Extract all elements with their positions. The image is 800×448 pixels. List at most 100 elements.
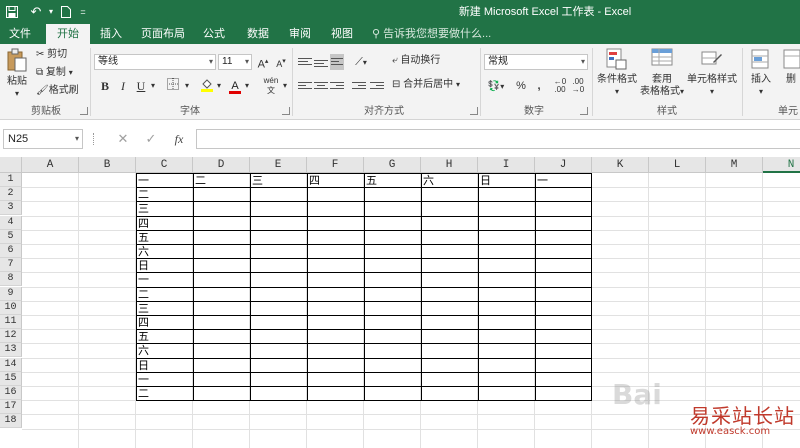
cell[interactable]: 四 (308, 174, 363, 188)
cell[interactable]: 日 (479, 174, 534, 188)
column-header[interactable]: M (706, 157, 763, 173)
formula-bar-grip[interactable] (93, 133, 95, 145)
font-size-combo[interactable]: 11 ▾ (218, 54, 252, 70)
cell[interactable]: 二 (137, 288, 192, 302)
row-header[interactable]: 7 (0, 258, 22, 273)
tab-formulas[interactable]: 公式 (196, 24, 232, 44)
row-header[interactable]: 5 (0, 229, 22, 244)
borders-dropdown-icon[interactable]: ▾ (182, 78, 192, 94)
middle-align-icon[interactable] (314, 58, 328, 70)
column-header[interactable]: F (307, 157, 364, 173)
comma-button[interactable]: , (530, 78, 548, 94)
column-header[interactable]: E (250, 157, 307, 173)
cell[interactable]: 六 (137, 245, 192, 259)
format-painter-button[interactable]: 🖌格式刷 (36, 84, 86, 98)
tab-review[interactable]: 审阅 (282, 24, 318, 44)
fill-color-dropdown-icon[interactable]: ▾ (214, 78, 224, 94)
column-header[interactable]: A (22, 157, 79, 173)
cell[interactable]: 三 (251, 174, 306, 188)
clipboard-launcher-icon[interactable] (80, 107, 88, 115)
borders-button[interactable] (164, 78, 182, 94)
spreadsheet-grid[interactable]: A B C D E F G H I J K L M N 1 2 3 4 5 6 7 8 9 10 11 12 13 14 15 16 17 1… (0, 157, 800, 448)
row-header[interactable]: 12 (0, 329, 22, 344)
customize-qat-icon[interactable]: = (78, 3, 88, 21)
shrink-font-button[interactable]: A▾ (272, 54, 290, 70)
copy-button[interactable]: ⧉ 复制 ▾ (36, 66, 84, 80)
column-header[interactable]: K (592, 157, 649, 173)
cell-styles-button[interactable]: 单元格样式 ▾ (686, 48, 738, 98)
orientation-button[interactable]: ⟋▾ (352, 54, 370, 70)
column-header[interactable]: H (421, 157, 478, 173)
column-header[interactable]: L (649, 157, 706, 173)
cell[interactable]: 二 (194, 174, 249, 188)
cell[interactable]: 一 (137, 273, 192, 287)
row-header[interactable]: 10 (0, 300, 22, 315)
cell[interactable]: 六 (422, 174, 477, 188)
row-header[interactable]: 16 (0, 386, 22, 400)
grow-font-button[interactable]: A▴ (254, 54, 272, 71)
font-launcher-icon[interactable] (282, 107, 290, 115)
cell[interactable]: 六 (137, 344, 192, 358)
cell[interactable]: 四 (137, 217, 192, 231)
cell[interactable]: 三 (137, 202, 192, 216)
row-header[interactable]: 18 (0, 414, 22, 429)
cell[interactable]: 四 (137, 316, 192, 330)
increase-indent-icon[interactable] (370, 80, 384, 92)
column-header[interactable]: D (193, 157, 250, 173)
bottom-align-icon[interactable] (330, 54, 344, 70)
font-name-combo[interactable]: 等线 ▾ (94, 54, 216, 70)
row-header[interactable]: 11 (0, 315, 22, 329)
cancel-icon[interactable]: ✕ (114, 130, 132, 148)
wrap-text-button[interactable]: ⤶ 自动换行 (392, 54, 462, 68)
insert-cells-button[interactable]: 插入 ▾ (746, 48, 776, 98)
undo-icon[interactable]: ↶ (26, 3, 46, 21)
name-box[interactable]: N25 ▾ (3, 129, 83, 149)
merge-center-button[interactable]: ⊟ 合并后居中 ▾ (392, 78, 474, 92)
column-header[interactable]: C (136, 157, 193, 173)
increase-decimal-icon[interactable]: ←0.00 (552, 78, 568, 94)
tell-me-box[interactable]: ⚲ 告诉我您想要做什么... (372, 24, 491, 44)
row-header[interactable]: 15 (0, 371, 22, 386)
align-center-icon[interactable] (314, 80, 328, 92)
row-header[interactable]: 3 (0, 201, 22, 216)
formula-input[interactable] (196, 129, 800, 149)
insert-function-icon[interactable]: fx (170, 130, 188, 148)
tab-file[interactable]: 文件 (0, 24, 40, 44)
tab-home[interactable]: 开始 (46, 24, 90, 44)
number-format-combo[interactable]: 常规 ▾ (484, 54, 588, 70)
cell[interactable]: 五 (137, 231, 192, 245)
column-header[interactable]: I (478, 157, 535, 173)
tab-data[interactable]: 数据 (240, 24, 276, 44)
underline-dropdown-icon[interactable]: ▾ (148, 78, 158, 94)
phonetic-dropdown-icon[interactable]: ▾ (280, 78, 290, 94)
cell[interactable]: 日 (137, 359, 192, 373)
column-header[interactable]: G (364, 157, 421, 173)
percent-button[interactable]: % (512, 78, 530, 94)
tab-view[interactable]: 视图 (324, 24, 360, 44)
cut-button[interactable]: ✂ 剪切 (36, 48, 82, 62)
alignment-launcher-icon[interactable] (470, 107, 478, 115)
row-header[interactable]: 8 (0, 272, 22, 287)
cell[interactable]: 五 (137, 330, 192, 344)
decrease-indent-icon[interactable] (352, 80, 366, 92)
tab-page-layout[interactable]: 页面布局 (136, 24, 190, 44)
row-header[interactable]: 2 (0, 187, 22, 202)
cell[interactable]: 一 (536, 174, 591, 188)
cell[interactable]: 日 (137, 259, 192, 273)
cell[interactable]: 五 (365, 174, 420, 188)
column-header[interactable]: J (535, 157, 592, 173)
column-header[interactable]: N (763, 157, 800, 173)
row-header[interactable]: 17 (0, 400, 22, 415)
align-right-icon[interactable] (330, 80, 344, 92)
top-align-icon[interactable] (298, 56, 312, 68)
accounting-format-button[interactable]: 💱▾ (484, 78, 508, 94)
format-as-table-button[interactable]: 套用 表格格式▾ (640, 48, 684, 98)
row-header[interactable]: 14 (0, 357, 22, 372)
save-icon[interactable] (4, 3, 20, 21)
cell[interactable]: 三 (137, 302, 192, 316)
row-header[interactable]: 13 (0, 343, 22, 358)
cell[interactable]: 一 (137, 373, 192, 387)
phonetic-button[interactable]: wén 文 (260, 76, 282, 95)
row-header[interactable]: 4 (0, 215, 22, 230)
cell[interactable]: 二 (137, 188, 192, 202)
